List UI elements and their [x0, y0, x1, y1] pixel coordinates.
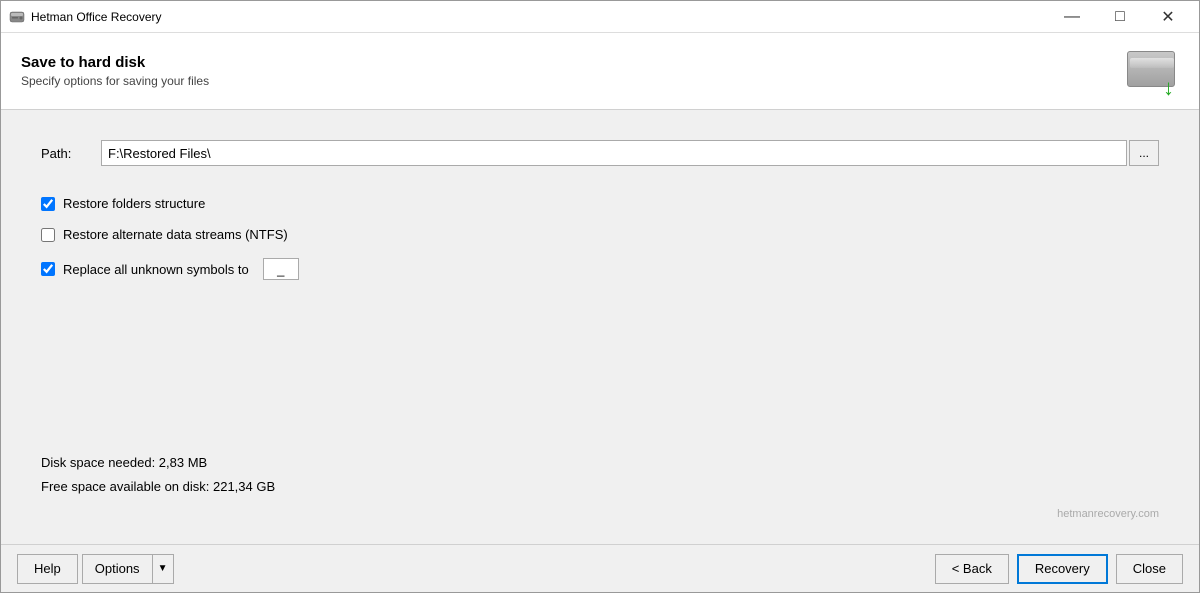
restore-streams-row: Restore alternate data streams (NTFS) — [41, 227, 1159, 242]
path-input[interactable] — [101, 140, 1127, 166]
content-area: Path: ... Restore folders structure Rest… — [1, 110, 1199, 544]
page-subtitle: Specify options for saving your files — [21, 74, 209, 88]
path-row: Path: ... — [41, 140, 1159, 166]
recovery-button[interactable]: Recovery — [1017, 554, 1108, 584]
options-section: Restore folders structure Restore altern… — [41, 196, 1159, 280]
back-button[interactable]: < Back — [935, 554, 1009, 584]
bottom-left-buttons: Help Options ▼ — [17, 554, 935, 584]
path-label: Path: — [41, 146, 101, 161]
header-icon: ↓ — [1127, 47, 1179, 95]
watermark: hetmanrecovery.com — [41, 508, 1159, 520]
options-button-group: Options ▼ — [82, 554, 174, 584]
restore-streams-label: Restore alternate data streams (NTFS) — [63, 227, 288, 242]
replace-unknown-checkbox[interactable] — [41, 262, 55, 276]
app-icon — [9, 9, 25, 25]
arrow-down-icon: ↓ — [1163, 77, 1183, 97]
restore-folders-row: Restore folders structure — [41, 196, 1159, 211]
window-title: Hetman Office Recovery — [31, 10, 1049, 24]
restore-folders-checkbox[interactable] — [41, 197, 55, 211]
replace-unknown-row: Replace all unknown symbols to — [41, 258, 1159, 280]
replace-unknown-label: Replace all unknown symbols to — [63, 262, 249, 277]
restore-streams-checkbox[interactable] — [41, 228, 55, 242]
content-spacer — [41, 300, 1159, 451]
header-section: Save to hard disk Specify options for sa… — [1, 33, 1199, 110]
page-title: Save to hard disk — [21, 54, 209, 71]
close-button[interactable]: Close — [1116, 554, 1183, 584]
options-main-button[interactable]: Options — [82, 554, 152, 584]
help-button[interactable]: Help — [17, 554, 78, 584]
close-window-button[interactable]: ✕ — [1145, 1, 1191, 33]
window-controls: — □ ✕ — [1049, 1, 1191, 33]
restore-folders-label: Restore folders structure — [63, 196, 205, 211]
browse-button[interactable]: ... — [1129, 140, 1159, 166]
maximize-button[interactable]: □ — [1097, 1, 1143, 33]
header-text: Save to hard disk Specify options for sa… — [21, 54, 209, 88]
bottom-bar: Help Options ▼ < Back Recovery Close — [1, 544, 1199, 592]
disk-space-needed: Disk space needed: 2,83 MB — [41, 451, 1159, 474]
main-window: Hetman Office Recovery — □ ✕ Save to har… — [0, 0, 1200, 593]
disk-space-available: Free space available on disk: 221,34 GB — [41, 475, 1159, 498]
title-bar: Hetman Office Recovery — □ ✕ — [1, 1, 1199, 33]
minimize-button[interactable]: — — [1049, 1, 1095, 33]
bottom-right-buttons: < Back Recovery Close — [935, 554, 1183, 584]
replace-symbol-input[interactable] — [263, 258, 299, 280]
watermark-text: hetmanrecovery.com — [1057, 508, 1159, 520]
options-dropdown-button[interactable]: ▼ — [152, 554, 174, 584]
disk-info: Disk space needed: 2,83 MB Free space av… — [41, 451, 1159, 498]
hdd-shine — [1130, 58, 1174, 68]
